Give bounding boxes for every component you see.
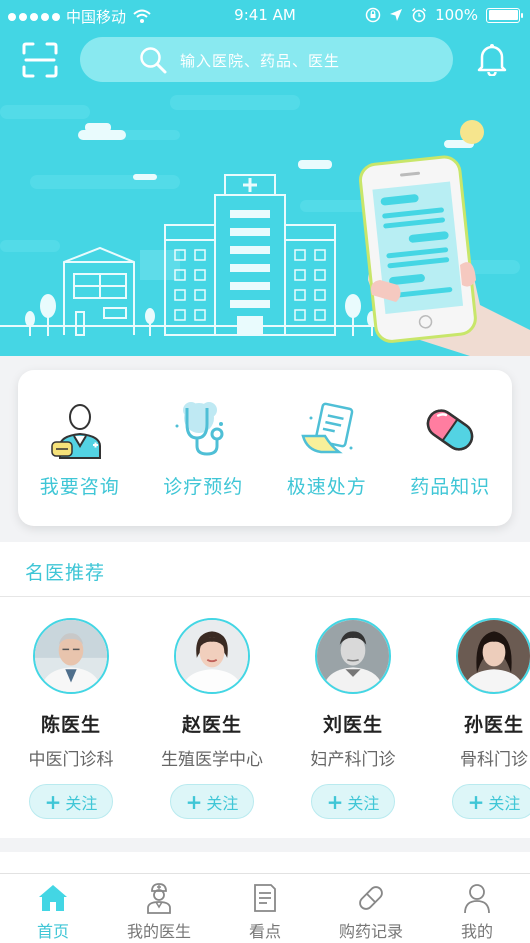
doctor-name: 陈医生: [40, 714, 101, 736]
rotation-lock-icon: [365, 7, 381, 23]
plus-icon: +: [185, 789, 203, 814]
tab-home[interactable]: 首页: [0, 874, 106, 943]
tab-label: 购药记录: [338, 922, 403, 941]
plus-icon: +: [326, 789, 344, 814]
follow-button[interactable]: + 关注: [452, 784, 530, 819]
doctor-consult-icon: [51, 404, 101, 459]
doctor-card[interactable]: 赵医生 生殖医学中心 + 关注: [142, 618, 282, 819]
doctor-name: 孙医生: [463, 714, 524, 736]
article-icon: [254, 884, 276, 912]
quick-action-drug-knowledge[interactable]: 药品知识: [389, 370, 513, 526]
capsule-icon: [426, 409, 474, 451]
avatar: [456, 618, 530, 694]
top-bar: 输入医院、药品、医生: [0, 30, 530, 90]
avatar: [315, 618, 391, 694]
stethoscope-icon: [175, 402, 224, 456]
banner-illustration: [0, 90, 530, 356]
doctor-name: 刘医生: [322, 714, 383, 736]
tab-label: 我的: [460, 922, 493, 941]
doctor-department: 骨科门诊: [460, 750, 528, 770]
follow-button[interactable]: + 关注: [29, 784, 113, 819]
battery-icon: [486, 7, 523, 23]
status-bar: 中国移动 9:41 AM 100%: [0, 0, 530, 30]
follow-label: 关注: [206, 793, 239, 813]
tab-my-doctor[interactable]: 我的医生: [106, 874, 212, 943]
tab-highlights[interactable]: 看点: [212, 874, 318, 943]
search-bar[interactable]: 输入医院、药品、医生: [80, 37, 453, 82]
recommended-doctors-section: 名医推荐 陈医生 中医门诊科 + 关注 赵医生 生殖医学中心 + 关注 刘医生 …: [0, 542, 530, 838]
tab-me[interactable]: 我的: [424, 874, 530, 943]
scan-icon[interactable]: [22, 42, 58, 78]
follow-button[interactable]: + 关注: [311, 784, 395, 819]
avatar: [174, 618, 250, 694]
alarm-icon: [412, 7, 427, 23]
quick-action-consult[interactable]: 我要咨询: [18, 370, 142, 526]
header-banner: 输入医院、药品、医生: [0, 30, 530, 356]
quick-action-label: 极速处方: [286, 476, 367, 498]
tab-label: 看点: [248, 922, 281, 941]
tab-purchase-records[interactable]: 购药记录: [318, 874, 424, 943]
home-icon: [39, 885, 67, 911]
search-placeholder: 输入医院、药品、医生: [180, 52, 341, 70]
quick-action-appointment[interactable]: 诊疗预约: [142, 370, 266, 526]
follow-button[interactable]: + 关注: [170, 784, 254, 819]
location-icon: [390, 9, 403, 21]
battery-percent: 100%: [435, 6, 478, 24]
tab-label: 我的医生: [126, 922, 191, 941]
section-title: 名医推荐: [25, 562, 106, 584]
doctor-department: 中医门诊科: [28, 750, 114, 770]
follow-label: 关注: [347, 793, 380, 813]
quick-action-label: 我要咨询: [39, 476, 120, 498]
pill-icon: [359, 886, 383, 910]
follow-label: 关注: [65, 793, 98, 813]
quick-action-prescription[interactable]: 极速处方: [265, 370, 389, 526]
divider: [0, 596, 530, 597]
avatar: [33, 618, 109, 694]
quick-action-label: 诊疗预约: [163, 476, 244, 498]
plus-icon: +: [44, 789, 62, 814]
doctor-name: 赵医生: [181, 714, 242, 736]
doctor-card[interactable]: 陈医生 中医门诊科 + 关注: [1, 618, 141, 819]
doctor-department: 生殖医学中心: [161, 750, 263, 770]
notification-bell-icon[interactable]: [476, 42, 508, 76]
plus-icon: +: [467, 789, 485, 814]
doctor-card[interactable]: 孙医生 骨科门诊 + 关注: [424, 618, 530, 819]
quick-actions-card: 我要咨询 诊疗预约 极速处方 药品知识: [18, 370, 512, 526]
doctor-card[interactable]: 刘医生 妇产科门诊 + 关注: [283, 618, 423, 819]
follow-label: 关注: [488, 793, 521, 813]
my-doctor-icon: [147, 883, 171, 914]
bottom-tab-bar: 首页 我的医生 看点 购药记录 我的: [0, 873, 530, 943]
tab-label: 首页: [36, 922, 69, 941]
prescription-icon: [301, 402, 354, 454]
search-icon: [140, 47, 167, 74]
quick-action-label: 药品知识: [410, 476, 491, 498]
profile-icon: [464, 884, 490, 914]
doctor-department: 妇产科门诊: [310, 750, 396, 770]
